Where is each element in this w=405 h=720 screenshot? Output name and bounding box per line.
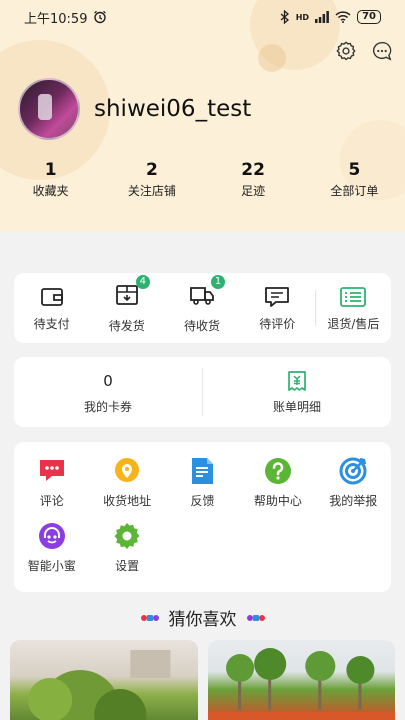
- decoration-left-icon: [140, 614, 159, 621]
- signal-hd-label: HD: [295, 12, 310, 22]
- service-address[interactable]: 收货地址: [89, 456, 164, 509]
- order-label: 待发货: [108, 318, 145, 333]
- stats-row: 1 收藏夹 2 关注店铺 22 足迹 5 全部订单: [0, 160, 405, 199]
- stat-number: 1: [44, 160, 57, 180]
- service-comments[interactable]: 评论: [14, 456, 89, 509]
- wifi-icon: [335, 11, 351, 23]
- stat-label: 收藏夹: [32, 184, 69, 198]
- stat-followed-shops[interactable]: 2 关注店铺: [101, 160, 202, 199]
- header-actions: [335, 40, 393, 62]
- report-icon: [339, 457, 367, 485]
- service-label: 设置: [115, 559, 140, 573]
- services-card: 评论 收货地址 反馈 帮助中心 我的举报 智能小蜜 设置: [14, 442, 391, 592]
- order-pending-shipment[interactable]: 4 待发货: [89, 274, 164, 334]
- decoration-right-icon: [246, 614, 265, 621]
- service-smart-assistant[interactable]: 智能小蜜: [14, 521, 89, 574]
- product-grid: [10, 640, 395, 720]
- wallet-icon: [40, 287, 63, 306]
- product-card[interactable]: [207, 640, 395, 720]
- location-icon: [115, 458, 140, 482]
- message-icon[interactable]: [371, 40, 393, 62]
- service-label: 我的举报: [329, 494, 378, 508]
- stat-number: 2: [145, 160, 158, 180]
- service-help-center[interactable]: 帮助中心: [240, 456, 315, 509]
- guess-title: 猜你喜欢: [168, 610, 237, 630]
- product-image: [28, 650, 171, 720]
- stat-footprints[interactable]: 22 足迹: [203, 160, 304, 199]
- chat-icon: [39, 460, 64, 481]
- order-pending-payment[interactable]: 待支付: [14, 285, 89, 332]
- service-label: 智能小蜜: [27, 559, 76, 573]
- avatar[interactable]: [18, 78, 80, 140]
- order-label: 待支付: [33, 316, 70, 331]
- service-settings[interactable]: 设置: [89, 521, 164, 574]
- service-label: 帮助中心: [253, 494, 302, 508]
- coupon-count: 0: [103, 371, 113, 390]
- service-label: 评论: [39, 494, 64, 508]
- product-image: [207, 648, 395, 720]
- guess-you-like-heading: 猜你喜欢: [0, 605, 405, 630]
- order-label: 待评价: [259, 316, 296, 331]
- help-icon: [264, 458, 291, 484]
- stat-label: 全部订单: [330, 184, 379, 198]
- cellular-signal-icon: [315, 11, 329, 23]
- stat-number: 5: [348, 160, 361, 180]
- package-icon: [115, 284, 138, 305]
- comment-icon: [265, 286, 290, 307]
- bill-details[interactable]: 账单明细: [203, 370, 391, 415]
- order-returns[interactable]: 退货/售后: [316, 285, 391, 332]
- feedback-icon: [192, 458, 214, 484]
- bill-icon: [288, 370, 306, 391]
- username[interactable]: shiwei06_test: [94, 96, 251, 122]
- assistant-icon: [38, 523, 65, 549]
- stat-label: 关注店铺: [127, 184, 176, 198]
- product-card[interactable]: [10, 640, 198, 720]
- gear-icon: [114, 523, 140, 549]
- order-label: 待收货: [184, 318, 221, 333]
- stat-label: 足迹: [241, 184, 266, 198]
- status-time: 上午10:59: [24, 11, 88, 27]
- return-icon: [340, 286, 367, 307]
- profile-section: shiwei06_test: [18, 78, 251, 140]
- stat-number: 22: [241, 160, 265, 180]
- wallet-card: 0 我的卡券 账单明细: [14, 357, 391, 427]
- service-my-reports[interactable]: 我的举报: [316, 456, 391, 509]
- order-badge: 1: [211, 274, 225, 289]
- service-feedback[interactable]: 反馈: [165, 456, 240, 509]
- service-label: 反馈: [190, 494, 215, 508]
- alarm-icon: [94, 10, 107, 24]
- order-label: 退货/售后: [327, 316, 380, 331]
- service-label: 收货地址: [103, 494, 152, 508]
- stat-all-orders[interactable]: 5 全部订单: [304, 160, 405, 199]
- my-coupons[interactable]: 0 我的卡券: [14, 370, 202, 415]
- truck-icon: [190, 286, 214, 305]
- bluetooth-icon: [280, 10, 289, 24]
- settings-gear-icon[interactable]: [335, 40, 357, 62]
- bill-label: 账单明细: [272, 399, 321, 414]
- battery-indicator: 70: [357, 10, 381, 24]
- order-pending-review[interactable]: 待评价: [240, 285, 315, 332]
- coupon-label: 我的卡券: [83, 399, 132, 414]
- stat-favorites[interactable]: 1 收藏夹: [0, 160, 101, 199]
- order-pending-receipt[interactable]: 1 待收货: [164, 274, 239, 334]
- order-badge: 4: [135, 274, 150, 289]
- order-status-card: 待支付 4 待发货 1 待收货 待评价 退货/售后: [14, 273, 391, 343]
- status-bar: 上午10:59 HD 70: [0, 0, 405, 34]
